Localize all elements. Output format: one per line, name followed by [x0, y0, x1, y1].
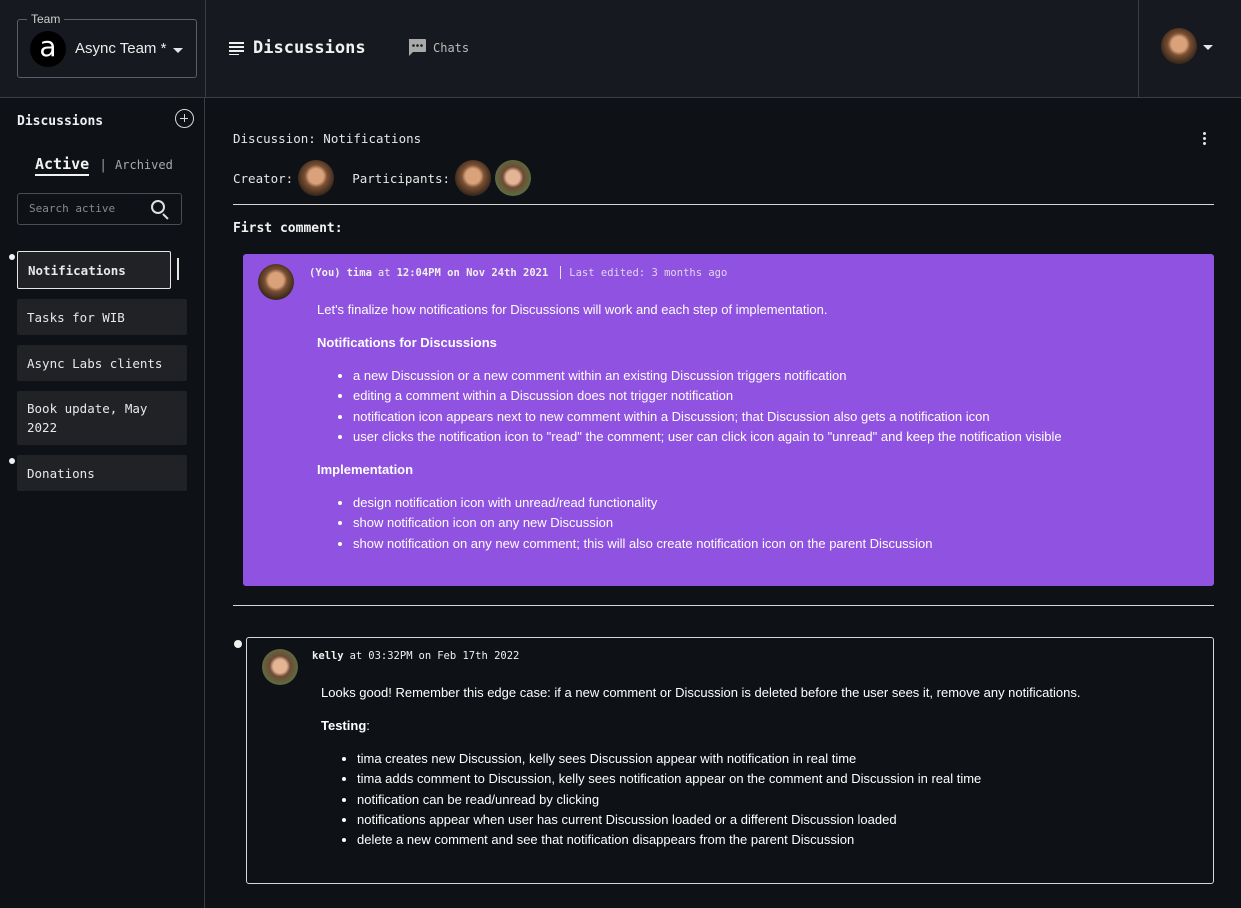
- caret-down-icon: [173, 48, 183, 53]
- list-item: notification can be read/unread by click…: [357, 790, 1201, 810]
- discussion-tabs: Active | Archived: [35, 155, 173, 176]
- discussions-list-icon: [229, 42, 244, 55]
- user-menu[interactable]: [1161, 28, 1221, 64]
- comment-body: Let's finalize how notifications for Dis…: [317, 300, 1197, 567]
- comment-header: kelly at 03:32PM on Feb 17th 2022: [312, 650, 519, 662]
- team-logo-icon: a: [30, 31, 66, 67]
- nav-chats-label: Chats: [433, 40, 470, 55]
- creator-label: Creator:: [233, 170, 294, 186]
- discussion-title: Discussion: Notifications: [233, 131, 422, 146]
- unread-dot[interactable]: [234, 640, 242, 648]
- list-item: design notification icon with unread/rea…: [353, 493, 1197, 513]
- comment-author: kelly: [312, 650, 344, 662]
- comment-time: 12:04PM on Nov 24th 2021: [396, 266, 549, 279]
- list-item: tima adds comment to Discussion, kelly s…: [357, 769, 1201, 789]
- unread-dot: [9, 254, 15, 260]
- divider: [233, 605, 1214, 606]
- discussion-people: Creator: Participants:: [233, 160, 532, 196]
- list-item: notification icon appears next to new co…: [353, 407, 1197, 427]
- sidebar-item-label: Async Labs clients: [27, 355, 163, 371]
- divider: [205, 0, 206, 98]
- divider: [560, 266, 562, 279]
- comment-heading: Notifications for Discussions: [317, 335, 497, 350]
- search-input[interactable]: [29, 202, 147, 215]
- comment-on: on: [418, 650, 432, 662]
- comment-header: (You) tima at 12:04PM on Nov 24th 2021 L…: [309, 266, 727, 279]
- comment-body: Looks good! Remember this edge case: if …: [321, 683, 1201, 863]
- comment-at: at: [377, 266, 391, 279]
- comment-at: at: [349, 650, 363, 662]
- sidebar-item-label: Donations: [27, 465, 95, 481]
- more-vertical-icon[interactable]: [1203, 132, 1207, 146]
- comment-you-prefix: (You): [309, 266, 341, 279]
- add-circle-icon[interactable]: [175, 109, 194, 128]
- sidebar: Discussions Active | Archived Notificati…: [0, 98, 205, 908]
- comment-heading-text: Testing: [321, 718, 367, 733]
- selection-indicator: [177, 258, 179, 280]
- comment-avatar: [262, 649, 298, 685]
- list-item: show notification icon on any new Discus…: [353, 513, 1197, 533]
- list-item: tima creates new Discussion, kelly sees …: [357, 749, 1201, 769]
- list-item: a new Discussion or a new comment within…: [353, 366, 1197, 386]
- search-icon[interactable]: [151, 200, 165, 214]
- comment-time: 03:32PM: [368, 650, 413, 662]
- comment-list: tima creates new Discussion, kelly sees …: [321, 749, 1201, 850]
- caret-down-icon: [1203, 45, 1213, 50]
- sidebar-item-tasks-for-wib[interactable]: Tasks for WIB: [17, 299, 187, 335]
- participant-avatar: [495, 160, 532, 196]
- comment-list: a new Discussion or a new comment within…: [317, 366, 1197, 447]
- top-bar: Team a Async Team * Discussions Chats: [0, 0, 1241, 98]
- comment-text: Looks good! Remember this edge case: if …: [321, 685, 1081, 700]
- list-item: show notification on any new comment; th…: [353, 534, 1197, 554]
- sidebar-item-donations[interactable]: Donations: [17, 455, 187, 491]
- comment-heading: Implementation: [317, 462, 414, 478]
- comment-list: design notification icon with unread/rea…: [317, 493, 1197, 554]
- comment-heading: Testing:: [321, 716, 1201, 736]
- unread-dot: [9, 458, 15, 464]
- nav-discussions-label: Discussions: [253, 38, 366, 58]
- creator-avatar: [298, 160, 335, 196]
- sidebar-item-async-labs-clients[interactable]: Async Labs clients: [17, 345, 187, 381]
- list-item: delete a new comment and see that notifi…: [357, 830, 1201, 850]
- sidebar-item-label: Tasks for WIB: [27, 309, 125, 325]
- tab-active[interactable]: Active: [35, 155, 90, 176]
- sidebar-title: Discussions: [17, 114, 104, 129]
- list-item: notifications appear when user has curre…: [357, 810, 1201, 830]
- tab-separator: |: [99, 158, 108, 173]
- participant-avatar: [455, 160, 492, 196]
- tab-archived[interactable]: Archived: [115, 158, 173, 172]
- chat-bubble-icon: [408, 39, 426, 56]
- divider: [1138, 0, 1139, 98]
- team-name: Async Team *: [75, 40, 167, 57]
- comment-edited: Last edited: 3 months ago: [569, 266, 728, 279]
- comment-avatar: [258, 264, 294, 300]
- list-item: user clicks the notification icon to "re…: [353, 427, 1197, 447]
- sidebar-item-book-update[interactable]: Book update, May 2022: [17, 391, 187, 445]
- list-item: editing a comment within a Discussion do…: [353, 386, 1197, 406]
- search-box: [17, 193, 182, 225]
- nav-chats[interactable]: Chats: [407, 38, 469, 57]
- comment-text: Let's finalize how notifications for Dis…: [317, 302, 828, 317]
- sidebar-item-label: Book update, May 2022: [27, 401, 148, 435]
- nav-discussions[interactable]: Discussions: [229, 38, 366, 58]
- participants-label: Participants:: [352, 170, 451, 186]
- sidebar-item-notifications[interactable]: Notifications: [17, 251, 171, 289]
- comment-date: Feb 17th 2022: [437, 650, 520, 662]
- comment-author: tima: [346, 266, 372, 279]
- divider: [233, 204, 1214, 205]
- comment-card: (You) tima at 12:04PM on Nov 24th 2021 L…: [243, 254, 1214, 586]
- sidebar-item-label: Notifications: [28, 262, 126, 278]
- team-legend: Team: [27, 12, 65, 26]
- first-comment-label: First comment:: [233, 221, 343, 236]
- user-avatar: [1161, 28, 1197, 64]
- team-selector[interactable]: Team a Async Team *: [17, 12, 197, 78]
- comment-heading-suffix: :: [366, 718, 370, 733]
- discussion-view: Discussion: Notifications Creator: Parti…: [206, 98, 1241, 908]
- comment-card: kelly at 03:32PM on Feb 17th 2022 Looks …: [246, 637, 1214, 884]
